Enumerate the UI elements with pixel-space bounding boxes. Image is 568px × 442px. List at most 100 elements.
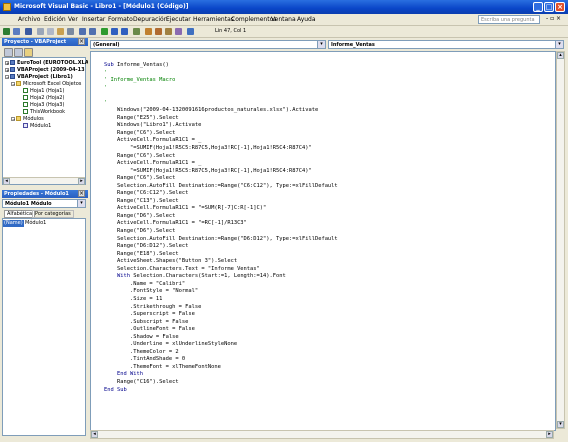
run-icon[interactable] [101, 28, 108, 35]
maximize-button[interactable]: □ [544, 2, 554, 12]
code-line[interactable]: Selection.AutoFill Destination:=Range("D… [104, 236, 338, 244]
object-combo[interactable]: (General) ▾ [90, 40, 326, 49]
undo-icon[interactable] [79, 28, 86, 35]
properties-object-select[interactable]: Módulo1 Módulo ▾ [2, 199, 86, 208]
code-line[interactable]: Range("C6").Select [104, 130, 338, 138]
properties-window-icon[interactable] [155, 28, 162, 35]
save-icon[interactable] [25, 28, 32, 35]
code-line[interactable]: Selection.AutoFill Destination:=Range("C… [104, 183, 338, 191]
code-line[interactable]: .ThemeFont = xlThemeFontNone [104, 364, 338, 372]
menu-formato[interactable]: Formato [108, 16, 133, 23]
menu-ejecutar[interactable]: Ejecutar [166, 16, 191, 23]
code-text[interactable]: Sub Informe_Ventas() ' ' Informe_Ventas Ma… [104, 62, 338, 394]
code-line[interactable]: ' [104, 85, 338, 93]
code-line[interactable]: .TintAndShade = 0 [104, 356, 338, 364]
break-icon[interactable] [111, 28, 118, 35]
code-line[interactable]: End Sub [104, 387, 338, 395]
code-line[interactable]: ActiveCell.FormulaR1C1 = "=RC[-1]/R13C3" [104, 220, 338, 228]
find-icon[interactable] [67, 28, 74, 35]
code-line[interactable]: .Name = "Calibri" [104, 281, 338, 289]
code-line[interactable]: Range("E18").Select [104, 251, 338, 259]
code-line[interactable]: ' [104, 70, 338, 78]
tree-node-modulo1[interactable]: Módulo1 [23, 123, 51, 129]
code-line[interactable]: With Selection.Characters(Start:=1, Leng… [104, 273, 338, 281]
tree-node-thisworkbook[interactable]: ThisWorkbook [23, 109, 65, 115]
properties-panel-close-icon[interactable]: × [78, 190, 85, 197]
scroll-up-icon[interactable]: ▴ [557, 52, 564, 59]
code-line[interactable]: Range("C16").Select [104, 379, 338, 387]
code-line[interactable]: ' [104, 100, 338, 108]
cut-icon[interactable] [37, 28, 44, 35]
project-panel-close-icon[interactable]: × [78, 38, 85, 45]
tree-node-modulos[interactable]: − Módulos [11, 116, 44, 122]
code-line[interactable]: Range("C6:C12").Select [104, 190, 338, 198]
menu-herramientas[interactable]: Herramientas [193, 16, 234, 23]
excel-view-icon[interactable] [3, 28, 10, 35]
scroll-right-icon[interactable]: ▸ [78, 178, 85, 185]
code-line[interactable]: .Size = 11 [104, 296, 338, 304]
doc-window-controls[interactable]: - ▫ × [546, 15, 561, 22]
prop-name-value[interactable]: Módulo1 [25, 220, 83, 227]
tree-node-hoja2[interactable]: Hoja2 (Hoja2) [23, 95, 64, 101]
minimize-button[interactable]: _ [533, 2, 543, 12]
prop-name-label[interactable]: (Name) [3, 220, 24, 227]
code-line[interactable]: Sub Informe_Ventas() [104, 62, 338, 70]
code-line[interactable]: .Strikethrough = False [104, 304, 338, 312]
project-tree-hscroll[interactable]: ◂ ▸ [3, 177, 85, 185]
scroll-right-icon[interactable]: ▸ [546, 431, 553, 438]
code-line[interactable]: Windows("Libro1").Activate [104, 122, 338, 130]
chevron-down-icon[interactable]: ▾ [77, 200, 85, 207]
menu-insertar[interactable]: Insertar [82, 16, 105, 23]
chevron-down-icon[interactable]: ▾ [317, 41, 325, 48]
help-icon[interactable] [187, 28, 194, 35]
menu-depuracion[interactable]: Depuración [133, 16, 168, 23]
menu-ver[interactable]: Ver [68, 16, 78, 23]
tab-alfabetica[interactable]: Alfabética [4, 210, 36, 218]
paste-icon[interactable] [57, 28, 64, 35]
code-line[interactable]: ActiveSheet.Shapes("Button 3").Select [104, 258, 338, 266]
code-line[interactable]: Range("D6").Select [104, 213, 338, 221]
code-line[interactable]: Windows("2009-04-1320091616productos_nat… [104, 107, 338, 115]
code-line[interactable]: Range("C6").Select [104, 153, 338, 161]
redo-icon[interactable] [89, 28, 96, 35]
code-line[interactable]: Range("D6:D12").Select [104, 243, 338, 251]
code-line[interactable]: ActiveCell.FormulaR1C1 = _ [104, 137, 338, 145]
project-explorer-icon[interactable] [145, 28, 152, 35]
tree-node-excel-objects[interactable]: − Microsoft Excel Objetos [11, 81, 81, 87]
copy-icon[interactable] [47, 28, 54, 35]
code-vscroll[interactable]: ▴ ▾ [556, 51, 565, 429]
code-line[interactable] [104, 92, 338, 100]
scroll-left-icon[interactable]: ◂ [3, 178, 10, 185]
tree-node-hoja1[interactable]: Hoja1 (Hoja1) [23, 88, 64, 94]
code-line[interactable]: .Shadow = False [104, 334, 338, 342]
toolbox-icon[interactable] [175, 28, 182, 35]
reset-icon[interactable] [121, 28, 128, 35]
tree-node-vbaproject-2009[interactable]: + VBAProject (2009-04-13 [5, 67, 85, 73]
insert-module-icon[interactable] [13, 28, 20, 35]
ask-question-input[interactable]: Escriba una pregunta [478, 15, 540, 24]
tree-node-vbaproject-libro1[interactable]: − VBAProject (Libro1) [5, 74, 73, 80]
close-button[interactable]: × [555, 2, 565, 12]
view-object-icon[interactable] [14, 48, 23, 57]
code-line[interactable]: .ThemeColor = 2 [104, 349, 338, 357]
tab-por-categorias[interactable]: Por categorías [32, 210, 74, 218]
code-line[interactable]: "=SUMIF(Hoja1!R5C5:R87C5,Hoja3!RC[-1],Ho… [104, 168, 338, 176]
code-line[interactable]: .FontStyle = "Normal" [104, 288, 338, 296]
toggle-folders-icon[interactable] [24, 48, 33, 57]
code-line[interactable]: .Superscript = False [104, 311, 338, 319]
code-line[interactable]: "=SUMIF(Hoja1!R5C5:R87C5,Hoja3!RC[-1],Ho… [104, 145, 338, 153]
code-line[interactable]: Range("D6").Select [104, 228, 338, 236]
menu-complementos[interactable]: Complementos [231, 16, 276, 23]
object-browser-icon[interactable] [165, 28, 172, 35]
code-line[interactable]: .OutlineFont = False [104, 326, 338, 334]
menu-archivo[interactable]: Archivo [18, 16, 40, 23]
menu-ayuda[interactable]: Ayuda [297, 16, 316, 23]
chevron-down-icon[interactable]: ▾ [555, 41, 563, 48]
code-line[interactable]: .Underline = xlUnderlineStyleNone [104, 341, 338, 349]
code-line[interactable]: Selection.Characters.Text = "Informe Ven… [104, 266, 338, 274]
code-line[interactable]: .Subscript = False [104, 319, 338, 327]
code-line[interactable]: Range("C13").Select [104, 198, 338, 206]
view-code-icon[interactable] [4, 48, 13, 57]
scroll-left-icon[interactable]: ◂ [91, 431, 98, 438]
procedure-combo[interactable]: Informe_Ventas ▾ [328, 40, 564, 49]
